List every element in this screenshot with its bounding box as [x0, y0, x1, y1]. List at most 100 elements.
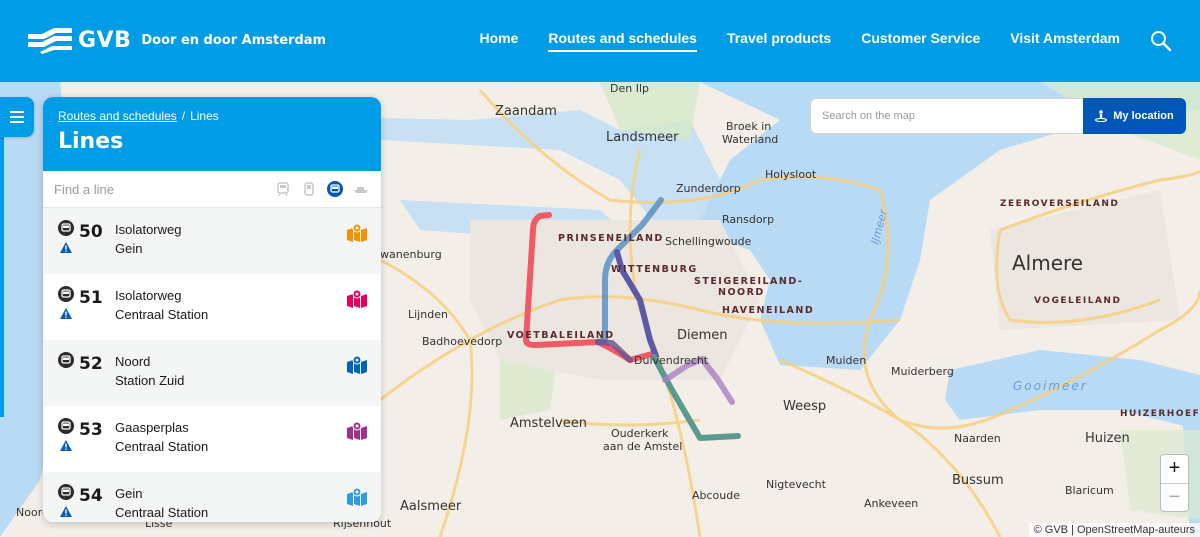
- map-label: Abcoude: [692, 489, 740, 502]
- tram-filter[interactable]: [274, 180, 292, 198]
- line-from: Gein: [115, 486, 143, 501]
- warning-icon[interactable]: [60, 506, 72, 517]
- page-title: Lines: [58, 129, 124, 154]
- map-label: Lijnden: [408, 308, 448, 321]
- map-label: Nigtevecht: [766, 478, 827, 491]
- map-label: Muiden: [826, 354, 866, 367]
- zoom-control: + −: [1160, 454, 1189, 512]
- menu-toggle-button[interactable]: [0, 97, 34, 137]
- map-label: Muiderberg: [891, 365, 954, 378]
- metro-icon: [58, 220, 74, 236]
- district-label: PRINSENEILAND: [558, 233, 664, 244]
- tram-icon: [277, 182, 289, 196]
- line-number: 53: [79, 420, 103, 440]
- line-number: 50: [79, 222, 103, 242]
- gvb-waves-icon: [28, 28, 72, 54]
- metro-icon: [58, 418, 74, 434]
- line-row-50[interactable]: 50 Isolatorweg Gein: [43, 208, 381, 274]
- district-label: VOETBALEILAND: [507, 330, 615, 341]
- map-label: Zunderdorp: [676, 182, 741, 195]
- breadcrumb-routes-and-schedules[interactable]: Routes and schedules: [58, 109, 177, 123]
- show-on-map-icon[interactable]: [347, 224, 367, 242]
- breadcrumb-separator: /: [181, 109, 186, 123]
- line-from: Isolatorweg: [115, 288, 182, 303]
- zoom-out-button[interactable]: −: [1161, 484, 1188, 512]
- my-location-label: My location: [1113, 110, 1174, 122]
- bus-icon: [304, 182, 314, 196]
- find-line-input[interactable]: [54, 181, 266, 197]
- district-label: WITTENBURG: [611, 264, 698, 275]
- warning-icon[interactable]: [60, 242, 72, 253]
- map-label: wanenburg: [380, 248, 442, 261]
- line-number: 51: [79, 288, 103, 308]
- line-row-54[interactable]: 54 Gein Centraal Station: [43, 472, 381, 522]
- brand-tagline: Door en door Amsterdam: [141, 32, 327, 48]
- line-number: 54: [79, 486, 103, 506]
- line-to: Centraal Station: [115, 505, 209, 520]
- map-search: [810, 98, 1085, 134]
- map-label: Schellingwoude: [665, 235, 752, 248]
- ferry-filter[interactable]: [352, 180, 370, 198]
- warning-icon[interactable]: [60, 440, 72, 451]
- metro-filter[interactable]: [326, 180, 344, 198]
- brand-name: GVB: [78, 27, 132, 53]
- nav-visit-amsterdam[interactable]: Visit Amsterdam: [1010, 30, 1120, 52]
- map-label: Landsmeer: [606, 130, 679, 145]
- water-label: Gooimeer: [1013, 379, 1088, 393]
- nav-routes-and-schedules[interactable]: Routes and schedules: [548, 30, 697, 52]
- gvb-logo[interactable]: GVB Door en door Amsterdam: [28, 26, 326, 54]
- map-label: Naarden: [954, 432, 1001, 445]
- line-row-53[interactable]: 53 Gaasperplas Centraal Station: [43, 406, 381, 472]
- show-on-map-icon[interactable]: [347, 422, 367, 440]
- lines-panel: Routes and schedules / Lines Lines 50: [43, 97, 381, 522]
- map-label: Aalsmeer: [400, 499, 462, 514]
- show-on-map-icon[interactable]: [347, 290, 367, 308]
- district-label: ZEEROVERSEILAND: [1000, 199, 1119, 209]
- warning-icon[interactable]: [60, 308, 72, 319]
- district-label: HUIZERHOEF: [1120, 409, 1200, 419]
- map-label: Ankeveen: [864, 497, 918, 510]
- metro-icon: [327, 181, 343, 197]
- bus-filter[interactable]: [300, 180, 318, 198]
- show-on-map-icon[interactable]: [347, 356, 367, 374]
- show-on-map-icon[interactable]: [347, 488, 367, 506]
- search-icon[interactable]: [1150, 30, 1172, 52]
- my-location-button[interactable]: My location: [1083, 98, 1186, 134]
- district-label: VOGELEILAND: [1034, 296, 1121, 306]
- metro-icon: [58, 352, 74, 368]
- breadcrumb-current: Lines: [190, 109, 219, 123]
- map-label: Badhoevedorp: [422, 335, 502, 348]
- nav-customer-service[interactable]: Customer Service: [861, 30, 980, 52]
- line-to: Centraal Station: [115, 307, 209, 322]
- map-label: Den Ilp: [610, 82, 649, 95]
- main-nav: Home Routes and schedules Travel product…: [479, 0, 1200, 82]
- line-to: Centraal Station: [115, 439, 209, 454]
- line-from: Gaasperplas: [115, 420, 189, 435]
- map-label: Ransdorp: [722, 213, 774, 226]
- district-label: HAVENEILAND: [722, 305, 814, 316]
- lines-list: 50 Isolatorweg Gein 51 Isolatorweg Centr…: [43, 208, 381, 522]
- nav-travel-products[interactable]: Travel products: [727, 30, 831, 52]
- map-label: Almere: [1012, 251, 1083, 275]
- map-label: Huizen: [1085, 431, 1130, 446]
- find-line-bar: [43, 171, 381, 208]
- location-person-icon: [1095, 110, 1108, 122]
- breadcrumb: Routes and schedules / Lines: [58, 109, 366, 123]
- line-from: Noord: [115, 354, 151, 369]
- menu-edge: [0, 137, 4, 417]
- map-label: Waterland: [722, 133, 778, 146]
- line-to: Gein: [115, 241, 143, 256]
- zoom-in-button[interactable]: +: [1161, 455, 1188, 484]
- map-label: Zaandam: [495, 104, 557, 119]
- district-label: NOORD: [718, 287, 765, 298]
- nav-home[interactable]: Home: [479, 30, 518, 52]
- line-row-52[interactable]: 52 Noord Station Zuid: [43, 340, 381, 406]
- map-attribution: © GVB | OpenStreetMap-auteurs: [1028, 523, 1200, 537]
- line-row-51[interactable]: 51 Isolatorweg Centraal Station: [43, 274, 381, 340]
- map-search-input[interactable]: [822, 110, 1084, 122]
- hamburger-icon: [10, 111, 24, 123]
- map-label: Diemen: [677, 328, 728, 343]
- district-label: STEIGEREILAND-: [694, 276, 803, 287]
- line-to: Station Zuid: [115, 373, 185, 388]
- metro-icon: [58, 484, 74, 500]
